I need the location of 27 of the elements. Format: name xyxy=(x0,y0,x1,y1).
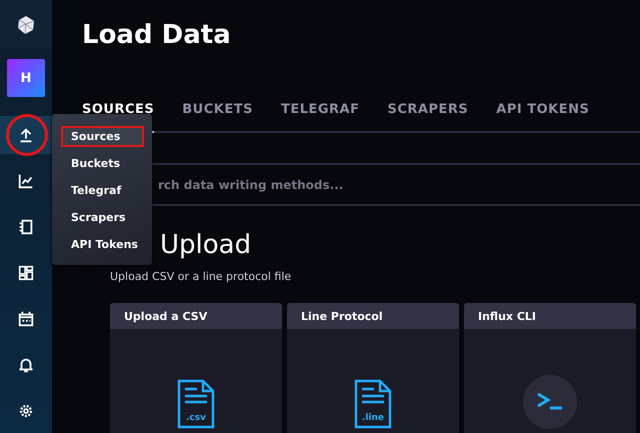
section-title: Upload xyxy=(160,230,252,260)
nav-item[interactable] xyxy=(0,116,52,154)
tab[interactable]: SCRAPERS xyxy=(388,102,468,133)
menu-item[interactable]: Sources xyxy=(61,126,144,147)
line-chart-icon xyxy=(17,172,35,190)
avatar[interactable]: H xyxy=(7,59,45,97)
tab[interactable]: API TOKENS xyxy=(496,102,590,133)
bell-icon xyxy=(17,356,35,374)
source-card[interactable]: Line Protocol .line xyxy=(287,303,459,433)
logo-icon[interactable] xyxy=(16,14,36,34)
terminal-icon xyxy=(523,375,577,429)
dashboard-icon xyxy=(17,264,35,282)
notebook-icon xyxy=(17,218,35,236)
tab[interactable]: TELEGRAF xyxy=(280,102,360,133)
tab[interactable]: BUCKETS xyxy=(182,102,253,133)
page-title: Load Data xyxy=(82,20,232,50)
card-title: Upload a CSV xyxy=(124,310,208,322)
source-card[interactable]: Influx CLI xyxy=(464,303,636,433)
highlight-circle xyxy=(5,113,49,157)
card-title: Influx CLI xyxy=(478,310,536,322)
source-card[interactable]: Upload a CSV .csv xyxy=(110,303,282,433)
card-title: Line Protocol xyxy=(301,310,383,322)
menu-item[interactable]: Scrapers xyxy=(61,207,144,228)
menu-item[interactable]: API Tokens xyxy=(61,234,144,255)
settings-icon xyxy=(17,402,35,420)
calendar-icon xyxy=(17,310,35,328)
section-subtitle: Upload CSV or a line protocol file xyxy=(110,270,292,283)
